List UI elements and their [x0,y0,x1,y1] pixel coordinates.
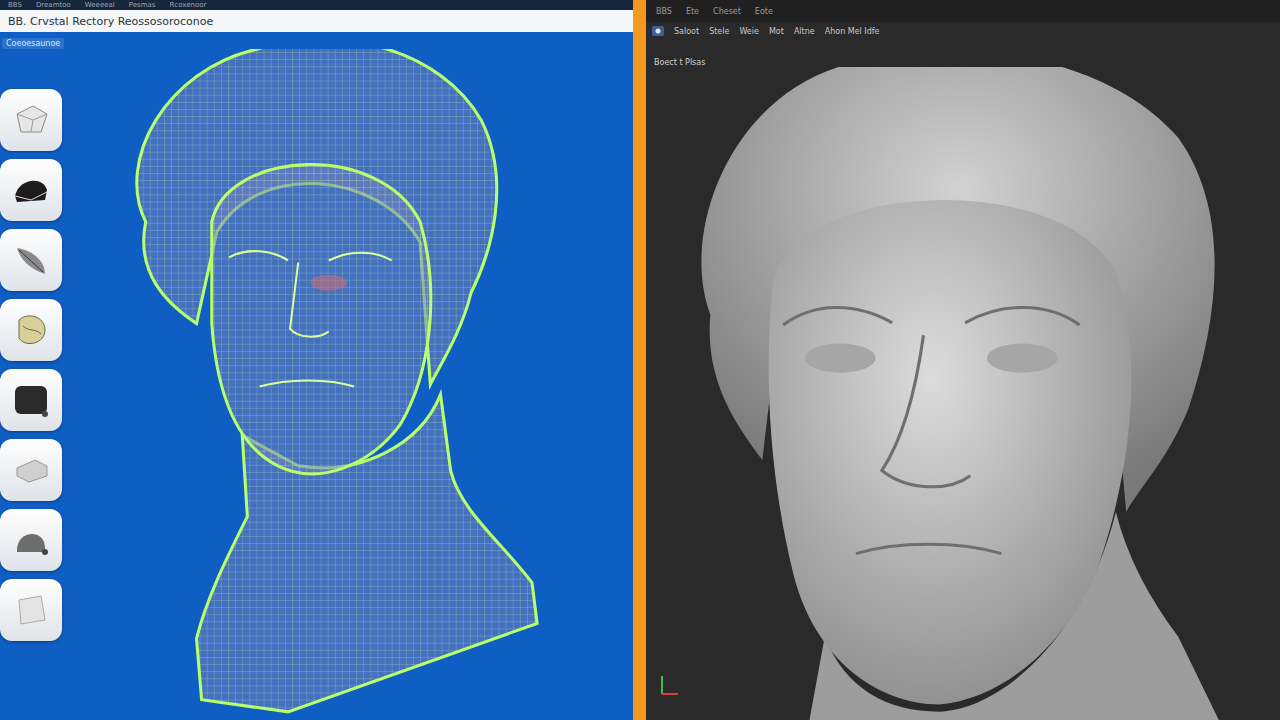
stone-icon [11,310,51,350]
wireframe-head[interactable] [62,49,633,720]
block-icon [11,380,51,420]
divider [633,0,646,720]
toolbar-item[interactable]: Mot [769,27,784,36]
tool-button[interactable] [0,229,62,291]
object-label: Boect t Plsas [646,40,1280,67]
menu-bar: BBS Ete Cheset Eote [646,0,1280,22]
tile-icon [11,590,51,630]
menu-item[interactable]: BBS [8,0,22,10]
menu-item[interactable]: BBS [656,7,672,16]
toolbar-item[interactable]: Stele [709,27,729,36]
viewport[interactable] [62,49,633,720]
brick-icon [11,450,51,490]
menu-bar: BBS Dreamtoo Weeeeal Pesmas Rcoxenoor [0,0,633,10]
menu-item[interactable]: Pesmas [129,0,156,10]
app-icon[interactable] [652,26,664,36]
tool-button[interactable] [0,89,62,151]
tool-button[interactable] [0,369,62,431]
title-bar: BB. Crvstal Rectory Reossosoroconoe [0,10,633,32]
toolbar-item[interactable]: Altne [794,27,815,36]
render-window: BBS Ete Cheset Eote Saloot Stele Weie Mot Altne A… [646,0,1280,720]
tool-button[interactable] [0,439,62,501]
dome-icon [11,170,51,210]
tool-button[interactable] [0,579,62,641]
tool-button[interactable] [0,509,62,571]
menu-item[interactable]: Weeeeal [85,0,115,10]
view-label: Coeoesaunoe [2,38,64,49]
workspace [0,49,633,720]
tool-column [0,49,62,720]
menu-item[interactable]: Ete [686,7,699,16]
menu-item[interactable]: Rcoxenoor [169,0,206,10]
toolbar-item[interactable]: Ahon Mel Idfe [825,27,880,36]
app: BBS Dreamtoo Weeeeal Pesmas RcoxenoorBB. Crv… [0,0,1280,720]
helmet-icon [11,520,51,560]
menu-item[interactable]: Eote [755,7,773,16]
toolbar: Saloot Stele Weie Mot Altne Ahon Mel Idfe [646,22,1280,40]
menu-item[interactable]: Dreamtoo [36,0,71,10]
wireframe-window: BBS Dreamtoo Weeeeal Pesmas RcoxenoorBB. Crv… [0,0,633,720]
tool-button[interactable] [0,299,62,361]
tool-button[interactable] [0,159,62,221]
rendered-head[interactable] [646,67,1280,720]
cube-icon [11,100,51,140]
axis-gizmo-icon [656,668,686,698]
feather-icon [11,240,51,280]
menu-item[interactable]: Cheset [713,7,741,16]
viewport[interactable] [646,67,1280,720]
toolbar-item[interactable]: Weie [739,27,759,36]
toolbar-item[interactable]: Saloot [674,27,699,36]
